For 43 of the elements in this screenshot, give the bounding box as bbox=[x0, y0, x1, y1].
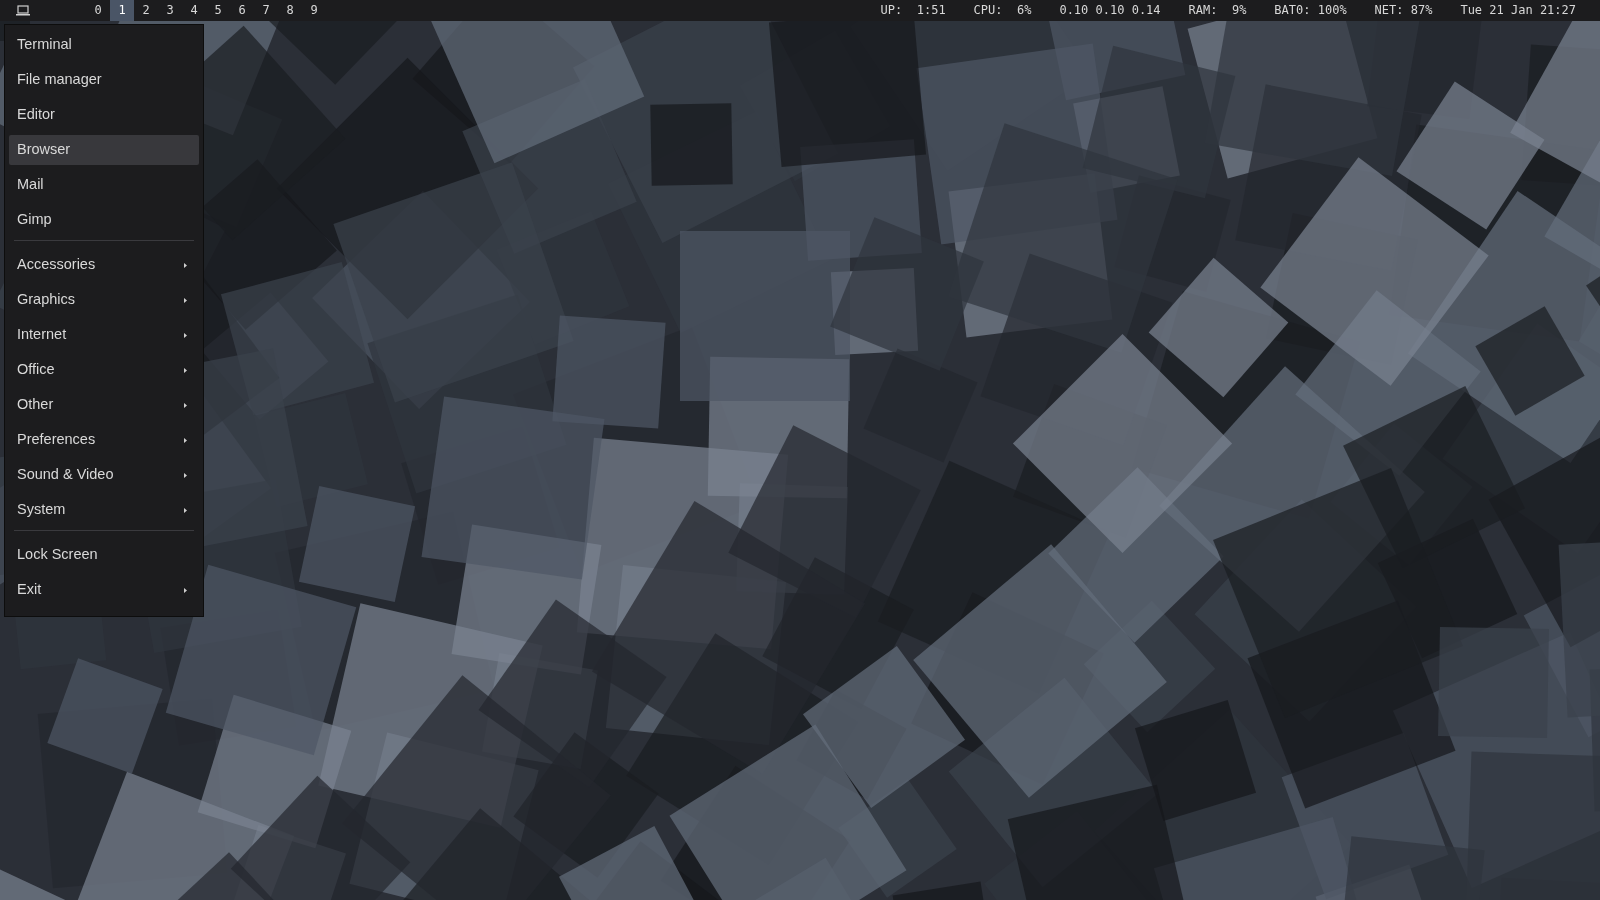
menu-item[interactable]: Office bbox=[9, 355, 199, 385]
menu-item[interactable]: Gimp bbox=[9, 205, 199, 235]
status-text: RAM: 9% bbox=[1188, 2, 1247, 19]
menu-item[interactable]: Exit bbox=[9, 575, 199, 605]
menu-item[interactable]: Terminal bbox=[9, 30, 199, 60]
submenu-arrow-icon bbox=[184, 297, 187, 303]
submenu-arrow-icon bbox=[184, 587, 187, 593]
submenu-arrow-icon bbox=[184, 437, 187, 443]
status-text: NET: 87% bbox=[1374, 2, 1433, 19]
submenu-arrow-icon bbox=[184, 402, 187, 408]
workspace-button[interactable]: 9 bbox=[302, 0, 326, 21]
workspace-button[interactable]: 2 bbox=[134, 0, 158, 21]
submenu-arrow-icon bbox=[184, 507, 187, 513]
status-text: UP: 1:51 bbox=[880, 2, 946, 19]
menu-item[interactable]: Mail bbox=[9, 170, 199, 200]
status-text: Tue 21 Jan 21:27 bbox=[1460, 2, 1576, 19]
menu-item[interactable]: Other bbox=[9, 390, 199, 420]
workspace-button[interactable]: 6 bbox=[230, 0, 254, 21]
workspace-button[interactable]: 7 bbox=[254, 0, 278, 21]
submenu-arrow-icon bbox=[184, 262, 187, 268]
menu-item[interactable]: File manager bbox=[9, 65, 199, 95]
menu-item[interactable]: Accessories bbox=[9, 250, 199, 280]
menu-item[interactable]: Internet bbox=[9, 320, 199, 350]
status-text: 0.10 0.10 0.14 bbox=[1059, 2, 1161, 19]
menu-item[interactable]: Lock Screen bbox=[9, 540, 199, 570]
menu-item[interactable]: Browser bbox=[9, 135, 199, 165]
workspace-button[interactable]: 1 bbox=[110, 0, 134, 21]
status-text: CPU: 6% bbox=[973, 2, 1032, 19]
workspace-button[interactable]: 4 bbox=[182, 0, 206, 21]
submenu-arrow-icon bbox=[184, 472, 187, 478]
menu-item[interactable]: Preferences bbox=[9, 425, 199, 455]
workspace-button[interactable]: 0 bbox=[86, 0, 110, 21]
workspace-button[interactable]: 8 bbox=[278, 0, 302, 21]
laptop-icon[interactable] bbox=[16, 5, 30, 16]
menu-item[interactable]: System bbox=[9, 495, 199, 525]
workspace-button[interactable]: 3 bbox=[158, 0, 182, 21]
status-text: BAT0: 100% bbox=[1274, 2, 1347, 19]
workspace-button[interactable]: 5 bbox=[206, 0, 230, 21]
submenu-arrow-icon bbox=[184, 332, 187, 338]
menu-item[interactable]: Graphics bbox=[9, 285, 199, 315]
menu-item[interactable]: Sound & Video bbox=[9, 460, 199, 490]
submenu-arrow-icon bbox=[184, 367, 187, 373]
menu-item[interactable]: Editor bbox=[9, 100, 199, 130]
